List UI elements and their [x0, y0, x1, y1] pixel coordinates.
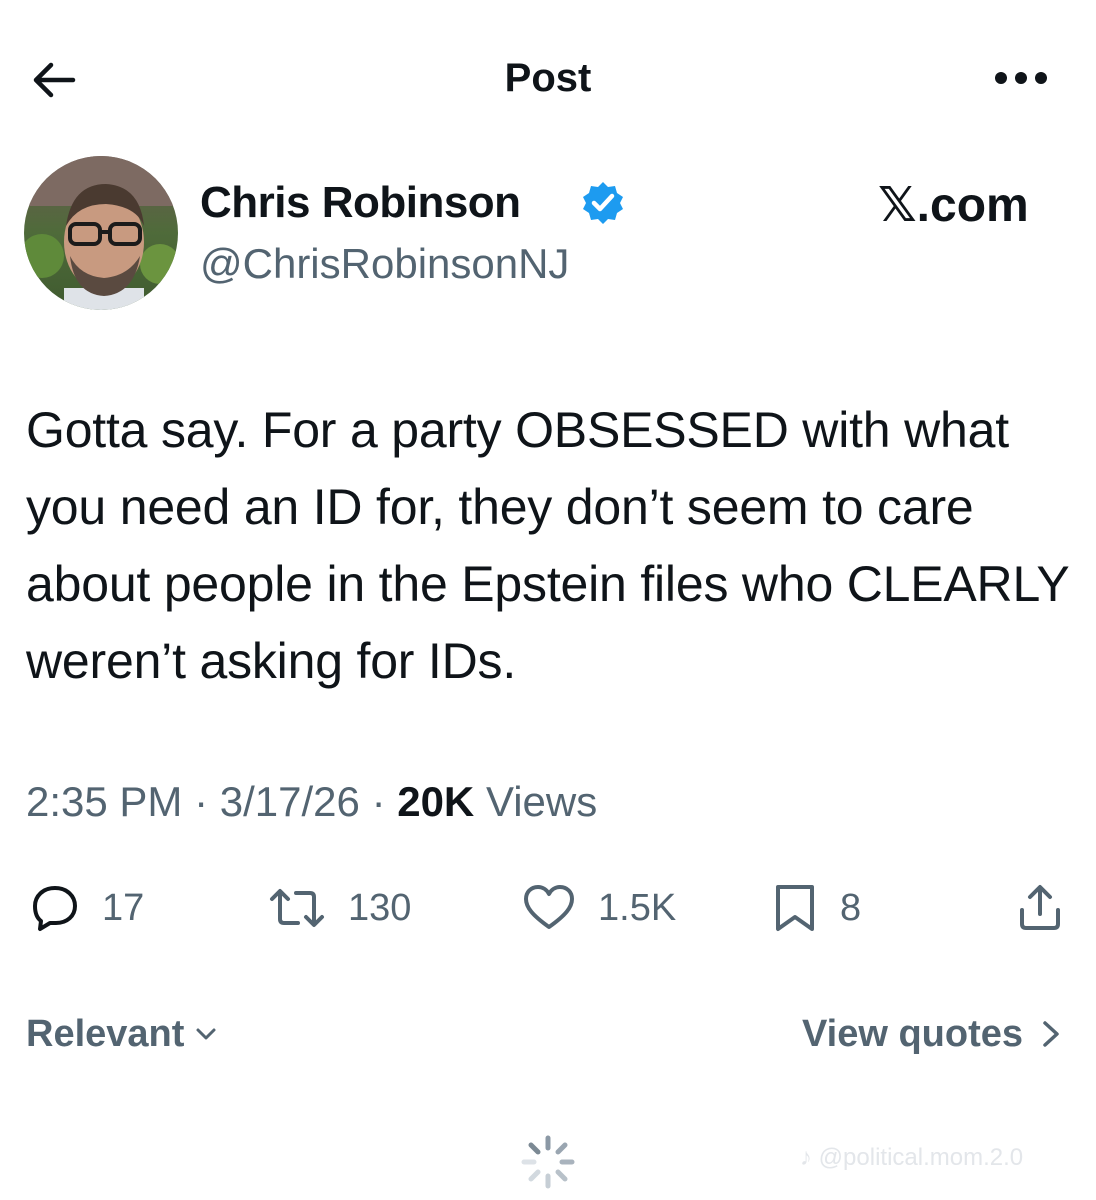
view-quotes-label: View quotes — [802, 1013, 1024, 1055]
views-label: Views — [485, 778, 598, 825]
post-time[interactable]: 2:35 PM — [26, 778, 182, 825]
view-quotes-link[interactable]: View quotes — [802, 1010, 1065, 1058]
more-horizontal-icon — [995, 72, 1047, 84]
bookmark-icon — [776, 885, 814, 931]
profile-photo — [24, 156, 178, 310]
share-icon — [1020, 885, 1060, 930]
verified-badge-icon — [580, 180, 626, 226]
repost-button[interactable]: 130 — [268, 878, 411, 938]
author-display-name[interactable]: Chris Robinson — [200, 176, 521, 230]
reply-button[interactable]: 17 — [30, 878, 144, 938]
like-button[interactable]: 1.5K — [522, 878, 676, 938]
loading-spinner-icon — [518, 1132, 578, 1192]
sort-replies-dropdown[interactable]: Relevant — [26, 1010, 220, 1058]
x-brand-label: 𝕏.com — [878, 179, 1029, 232]
chevron-down-icon — [196, 1028, 216, 1040]
chevron-right-icon — [1043, 1021, 1059, 1047]
reply-count: 17 — [102, 886, 145, 929]
like-count: 1.5K — [598, 886, 677, 929]
meta-separator: · — [371, 778, 398, 825]
post-date[interactable]: 3/17/26 — [220, 778, 360, 825]
watermark-text: @political.mom.2.0 — [818, 1144, 1024, 1171]
bookmark-count: 8 — [840, 886, 862, 929]
repost-count: 130 — [348, 886, 412, 929]
heart-icon — [524, 885, 574, 929]
bookmark-button[interactable]: 8 — [772, 878, 861, 938]
post-meta: 2:35 PM · 3/17/26 · 20K Views — [26, 774, 597, 830]
avatar[interactable] — [24, 156, 178, 310]
share-button[interactable] — [1014, 878, 1066, 938]
watermark: ♪ @political.mom.2.0 — [800, 1142, 1023, 1174]
reply-icon — [33, 886, 77, 931]
meta-separator: · — [194, 778, 220, 825]
sort-label: Relevant — [26, 1013, 185, 1055]
page-title: Post — [504, 56, 592, 100]
tiktok-icon: ♪ — [800, 1144, 819, 1171]
more-options-button[interactable] — [986, 56, 1056, 100]
author-handle[interactable]: @ChrisRobinsonNJ — [200, 238, 569, 290]
post-text: Gotta say. For a party OBSESSED with wha… — [26, 402, 1069, 689]
repost-icon — [270, 889, 324, 927]
views-count: 20K — [397, 778, 475, 825]
